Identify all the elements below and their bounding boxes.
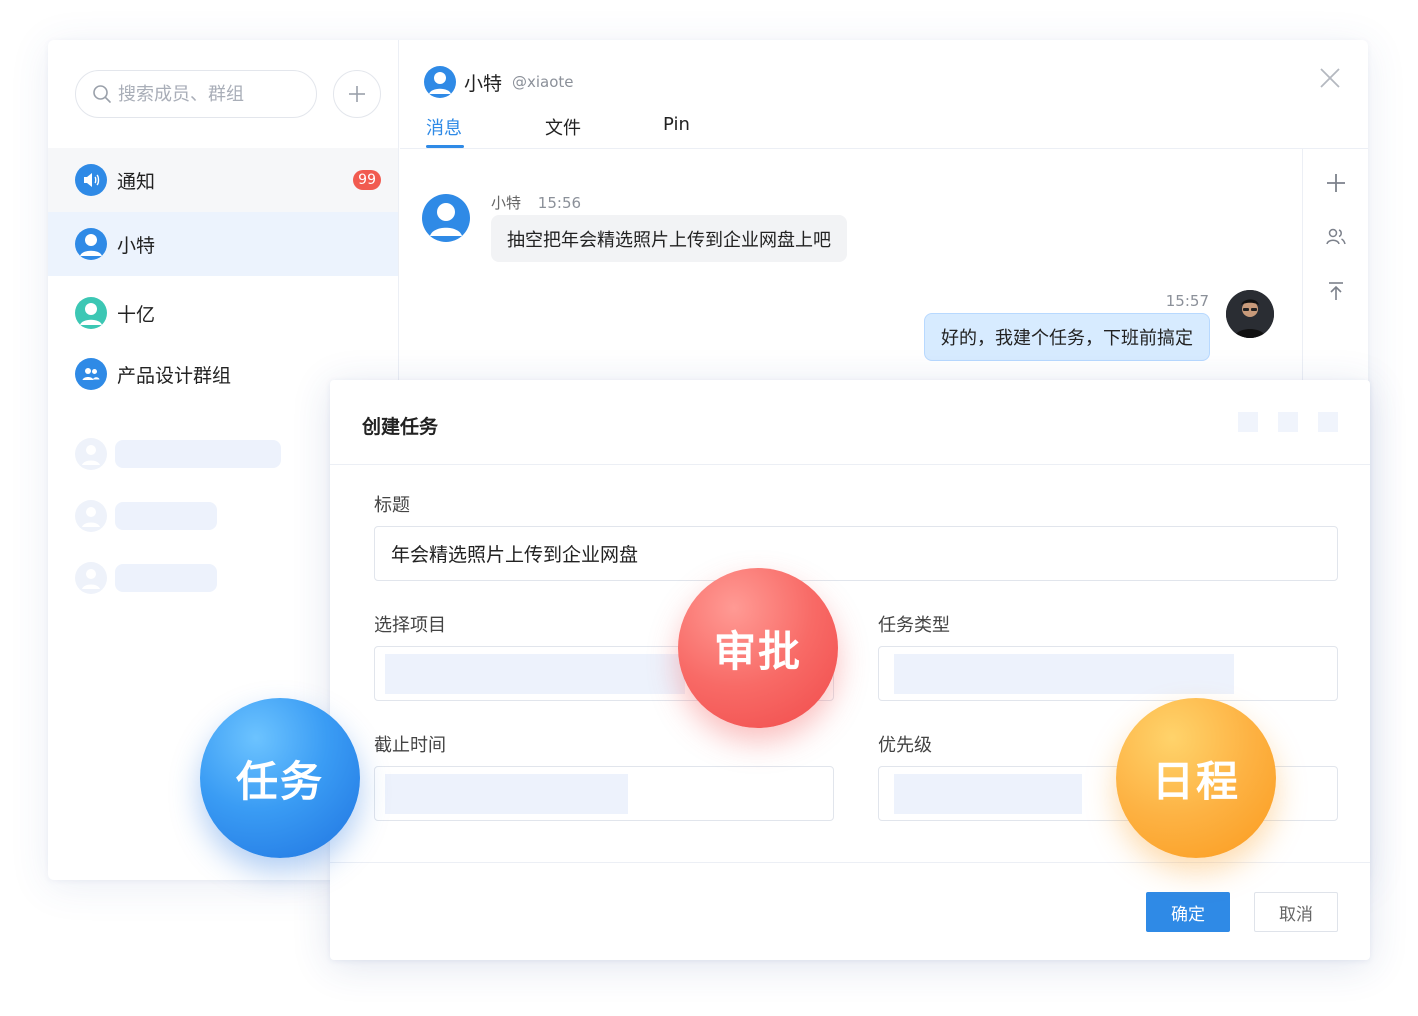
speaker-icon	[75, 164, 107, 196]
message-meta: 小特 15:56	[491, 192, 581, 213]
user-avatar-icon	[75, 228, 107, 260]
priority-label: 优先级	[878, 735, 932, 756]
approval-feature-badge: 审批	[678, 568, 838, 728]
search-box[interactable]	[75, 70, 317, 118]
placeholder-square	[1318, 412, 1338, 432]
chat-user-handle: @xiaote	[512, 73, 574, 91]
message-sender: 小特	[491, 194, 522, 212]
placeholder-bar	[894, 774, 1082, 814]
message-bubble[interactable]: 好的，我建个任务，下班前搞定	[924, 313, 1210, 361]
placeholder-avatar-icon	[75, 500, 107, 532]
active-tab-indicator	[426, 145, 464, 148]
search-icon	[93, 85, 111, 103]
plus-icon[interactable]	[1324, 171, 1348, 195]
divider	[330, 862, 1370, 863]
sender-avatar[interactable]	[422, 194, 470, 242]
add-button[interactable]	[333, 70, 381, 118]
user-avatar-icon	[424, 66, 456, 98]
message-bubble[interactable]: 抽空把年会精选照片上传到企业网盘上吧	[491, 215, 847, 262]
message-text: 抽空把年会精选照片上传到企业网盘上吧	[507, 229, 831, 251]
plus-icon	[349, 86, 365, 102]
title-label: 标题	[374, 495, 410, 516]
placeholder-bar	[385, 774, 628, 814]
tab-pin[interactable]: Pin	[663, 114, 690, 135]
user-avatar-icon	[75, 297, 107, 329]
schedule-feature-badge: 日程	[1116, 698, 1276, 858]
chat-user-name: 小特	[464, 72, 503, 95]
chat-toolbar	[1302, 149, 1368, 380]
placeholder-avatar-icon	[75, 562, 107, 594]
confirm-button[interactable]: 确定	[1146, 892, 1230, 932]
pin-top-icon[interactable]	[1324, 279, 1348, 303]
placeholder-row	[75, 562, 217, 594]
unread-badge: 99	[353, 170, 381, 190]
title-field[interactable]	[374, 526, 1338, 581]
placeholder-bar	[894, 654, 1234, 694]
sidebar-item-label: 产品设计群组	[117, 364, 232, 387]
title-input[interactable]	[375, 527, 1337, 580]
chat-header: 小特 @xiaote 消息 文件 Pin	[400, 40, 1368, 149]
dialog-title: 创建任务	[362, 416, 439, 438]
type-select[interactable]	[878, 646, 1338, 701]
self-avatar[interactable]	[1226, 290, 1274, 338]
cancel-button[interactable]: 取消	[1254, 892, 1338, 932]
message-text: 好的，我建个任务，下班前搞定	[941, 328, 1193, 349]
group-icon	[75, 358, 107, 390]
sidebar-item-label: 十亿	[117, 303, 156, 326]
sidebar-item-xiaote[interactable]: 小特	[48, 212, 398, 276]
tab-messages[interactable]: 消息	[426, 114, 462, 140]
placeholder-bar	[385, 654, 685, 694]
placeholder-bar	[115, 564, 217, 592]
sidebar-item-label: 小特	[117, 234, 156, 257]
close-icon[interactable]	[1318, 66, 1342, 90]
placeholder-square	[1238, 412, 1258, 432]
placeholder-avatar-icon	[75, 438, 107, 470]
project-label: 选择项目	[374, 615, 446, 636]
placeholder-row	[75, 500, 217, 532]
type-label: 任务类型	[878, 615, 950, 636]
sidebar-item-label: 通知	[117, 170, 156, 193]
task-feature-badge: 任务	[200, 698, 360, 858]
deadline-label: 截止时间	[374, 735, 446, 756]
create-task-dialog: 创建任务 标题 选择项目 任务类型 截止时间 优先级 确定 取消	[330, 380, 1370, 960]
placeholder-bar	[115, 502, 217, 530]
contacts-icon[interactable]	[1324, 225, 1348, 249]
sidebar-item-notifications[interactable]: 通知 99	[48, 148, 398, 212]
sidebar-item-shiyi[interactable]: 十亿	[48, 281, 398, 345]
divider	[330, 464, 1370, 465]
placeholder-row	[75, 438, 281, 470]
tab-files[interactable]: 文件	[545, 114, 581, 140]
message-time: 15:56	[537, 194, 582, 212]
placeholder-bar	[115, 440, 281, 468]
chat-user: 小特 @xiaote	[424, 66, 574, 98]
message-time: 15:57	[1165, 292, 1209, 310]
placeholder-square	[1278, 412, 1298, 432]
search-input[interactable]	[118, 83, 308, 105]
deadline-picker[interactable]	[374, 766, 834, 821]
